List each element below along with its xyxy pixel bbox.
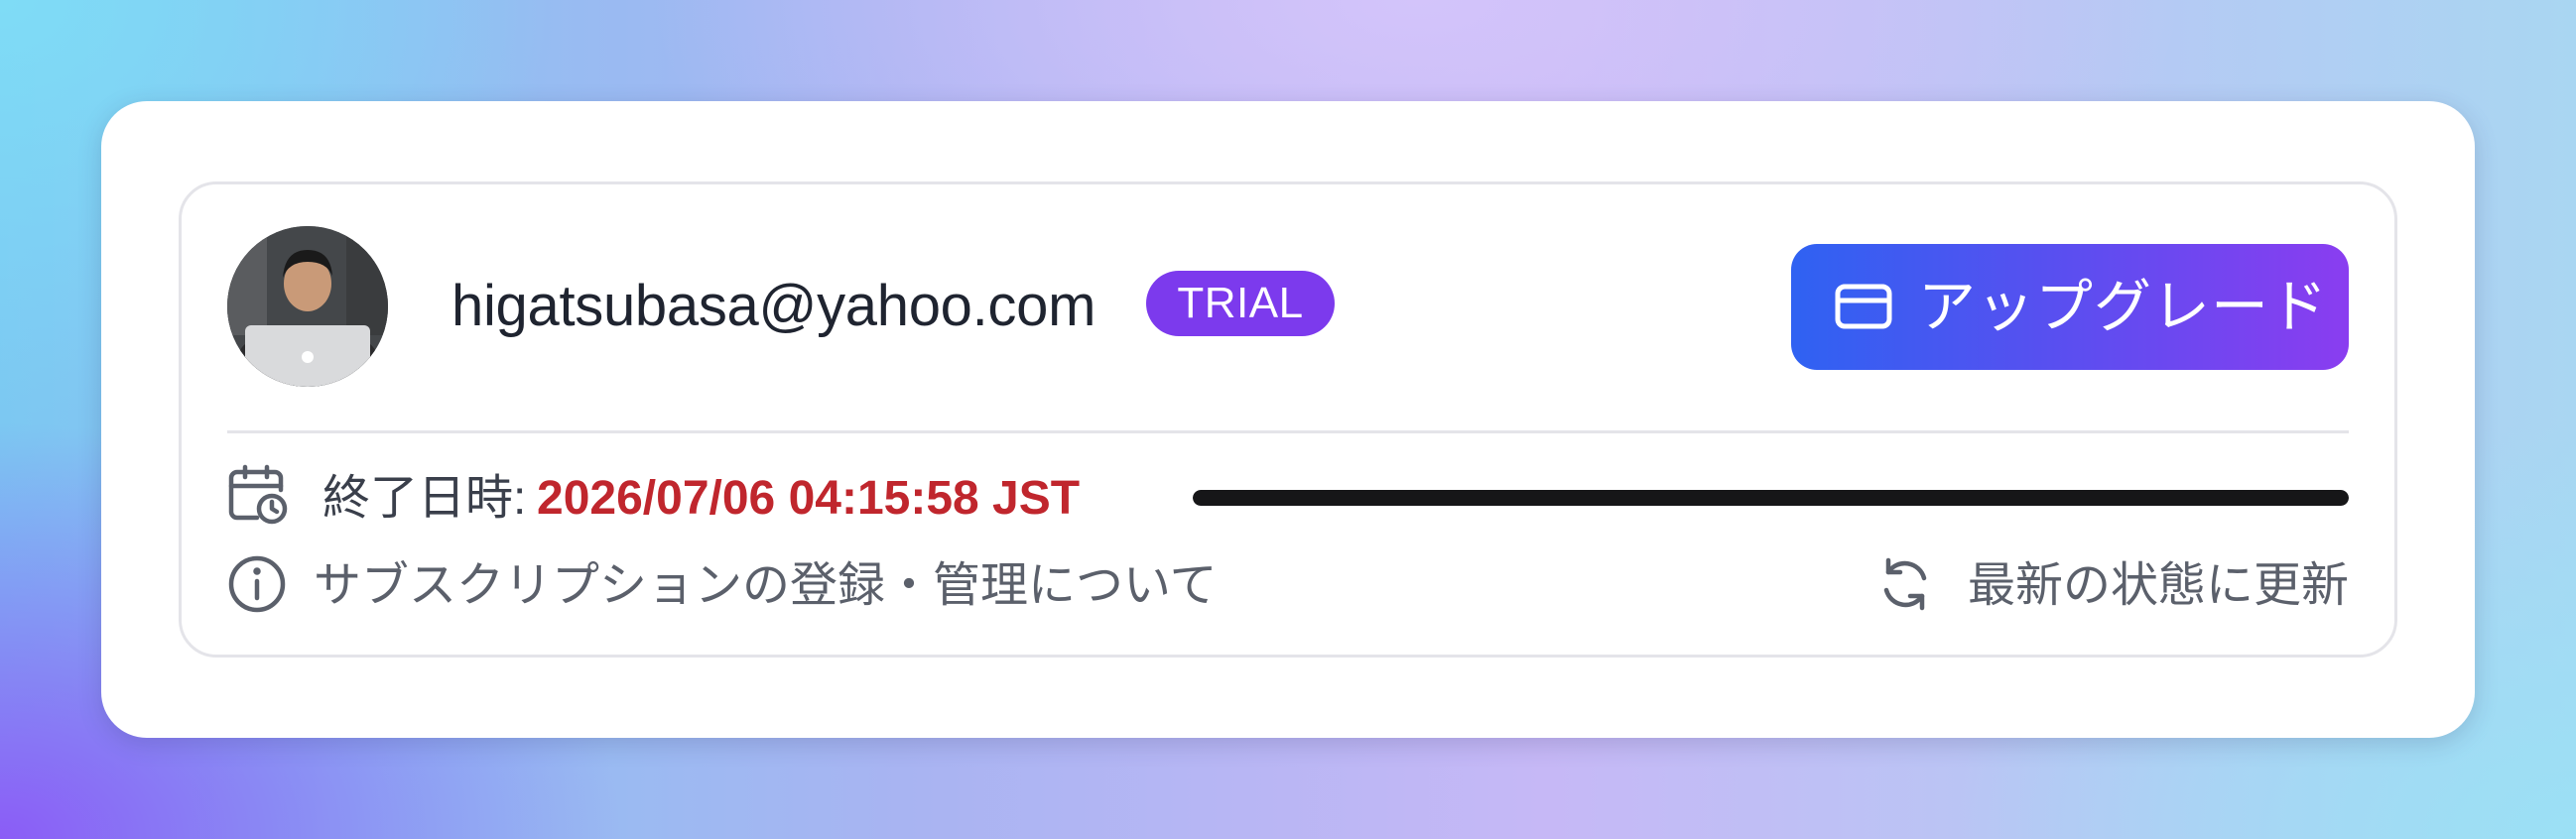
end-date-value: 2026/07/06 04:15:58 JST bbox=[537, 472, 1081, 525]
refresh-button-label: 最新の状態に更新 bbox=[1967, 559, 2349, 612]
upgrade-button-label: アップグレード bbox=[1918, 275, 2329, 339]
subscription-info-link[interactable]: サブスクリプションの登録・管理について bbox=[314, 553, 1218, 619]
account-email: higatsubasa@yahoo.com bbox=[451, 274, 1096, 338]
calendar-clock-icon bbox=[227, 464, 289, 531]
refresh-icon bbox=[1875, 554, 1935, 619]
plan-badge: TRIAL bbox=[1146, 271, 1335, 336]
end-date-label: 終了日時: bbox=[322, 472, 527, 525]
credit-card-icon bbox=[1835, 284, 1892, 332]
avatar bbox=[227, 226, 388, 387]
trial-progress-fill bbox=[1193, 490, 2349, 506]
upgrade-button[interactable]: アップグレード bbox=[1791, 244, 2349, 370]
refresh-button[interactable]: 最新の状態に更新 bbox=[1875, 550, 2349, 622]
info-icon bbox=[227, 554, 287, 619]
divider bbox=[227, 430, 2349, 433]
trial-progress-bar bbox=[1193, 490, 2349, 506]
